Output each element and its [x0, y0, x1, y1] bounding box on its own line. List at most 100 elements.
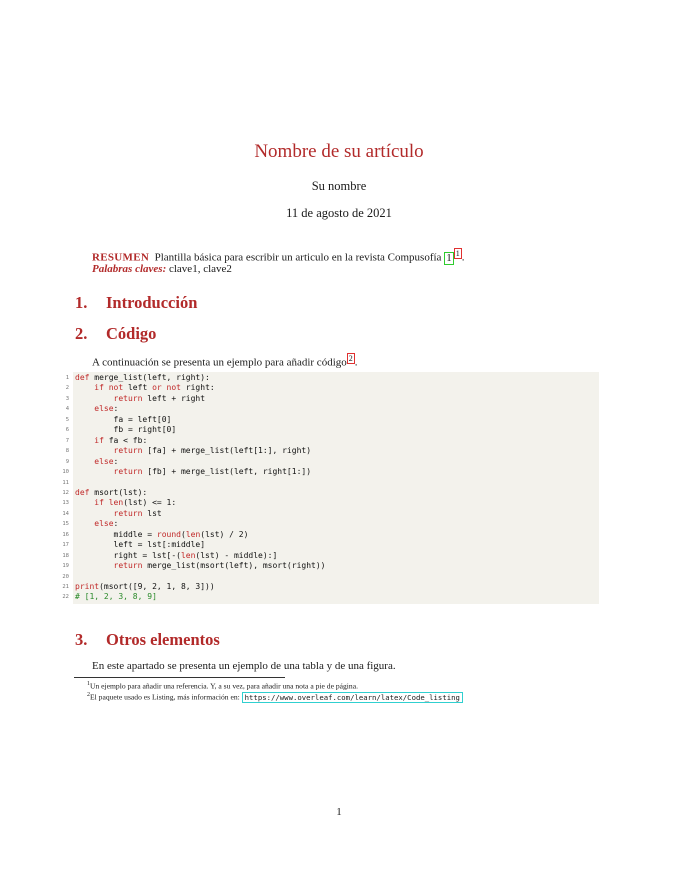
- section-number: 1.: [75, 293, 88, 312]
- section-title: Introducción: [106, 293, 198, 312]
- code-keyword: return: [113, 393, 143, 403]
- line-number: 2: [65, 385, 69, 392]
- code-builtin: len: [180, 550, 196, 560]
- code-keyword: return: [113, 446, 143, 456]
- code-text: fb = right[0]: [75, 425, 177, 435]
- abstract-end: .: [461, 251, 465, 264]
- section-number: 2.: [75, 324, 88, 343]
- code-comment: # [1, 2, 3, 8, 9]: [75, 592, 157, 602]
- paper-date: 11 de agosto de 2021: [286, 206, 392, 220]
- code-token: msort(lst):: [89, 487, 148, 497]
- code-intro-paragraph: A continuación se presenta un ejemplo pa…: [92, 353, 358, 369]
- code-keyword: if: [94, 498, 104, 508]
- code-text: def msort(lst):: [75, 488, 147, 498]
- line-number: 18: [62, 552, 69, 559]
- line-number: 17: [62, 542, 69, 549]
- page-number: 1: [336, 806, 342, 818]
- code-text: else:: [75, 457, 118, 467]
- code-token: left + right: [142, 393, 206, 403]
- code-token: fa = left[0]: [75, 414, 172, 424]
- code-token: :: [113, 519, 119, 529]
- code-keyword: else: [94, 456, 114, 466]
- code-token: merge_list(msort(left), msort(right)): [142, 561, 326, 571]
- code-keyword: if: [94, 435, 104, 445]
- line-number: 14: [62, 510, 69, 517]
- code-token: (lst) <= 1:: [123, 498, 177, 508]
- code-token: (lst) - middle):]: [195, 550, 278, 560]
- keywords: Palabras claves: clave1, clave2: [92, 262, 232, 276]
- code-text: if len(lst) <= 1:: [75, 498, 176, 508]
- code-keyword: return: [113, 467, 143, 477]
- keywords-text: clave1, clave2: [168, 263, 232, 275]
- line-number: 1: [65, 375, 69, 381]
- code-text: left = lst[:middle]: [75, 540, 206, 550]
- code-token: lst: [142, 508, 162, 518]
- code-text: def merge_list(left, right):: [75, 373, 210, 383]
- section-title: Código: [106, 324, 157, 343]
- code-listing: 1 def merge_list(left, right): 2 if not le…: [62, 372, 599, 604]
- section-number: 3.: [75, 630, 88, 649]
- code-text: if fa < fb:: [75, 436, 147, 446]
- code-token: left: [123, 383, 153, 393]
- code-builtin: print: [75, 582, 100, 591]
- code-token: right:: [180, 383, 215, 393]
- code-token: (lst) / 2): [200, 529, 249, 539]
- line-number: 9: [65, 458, 69, 465]
- code-text: return left + right: [75, 393, 206, 404]
- code-token: fb = right[0]: [75, 425, 177, 435]
- section-heading-1: 1. Introducción: [75, 293, 197, 313]
- listing-url-link[interactable]: https://www.overleaf.com/learn/latex/Cod…: [241, 691, 463, 703]
- code-token: [fb] + merge_list(left, right[1:]): [142, 467, 312, 477]
- section-title: Otros elementos: [106, 630, 220, 649]
- code-keyword: or not: [152, 383, 181, 393]
- code-token: middle =: [75, 529, 157, 539]
- code-token: fa < fb:: [103, 435, 148, 445]
- code-keyword: return: [113, 508, 143, 518]
- code-keyword: return: [113, 561, 143, 571]
- code-token: [fa] + merge_list(left[1:], right): [142, 446, 312, 456]
- section-heading-2: 2. Código: [75, 324, 156, 344]
- code-token: :: [113, 456, 119, 466]
- citation-link[interactable]: 1: [444, 251, 454, 265]
- line-number: 7: [65, 437, 69, 444]
- line-number: 20: [62, 573, 69, 580]
- line-number: 16: [62, 531, 69, 538]
- line-number: 22: [62, 594, 69, 601]
- code-token: merge_list(left, right):: [89, 373, 210, 382]
- code-keyword: if not: [94, 383, 124, 393]
- code-text: return lst: [75, 509, 162, 519]
- line-number: 19: [62, 563, 69, 570]
- code-text: middle = round(len(lst) / 2): [75, 529, 249, 540]
- line-number: 6: [65, 427, 69, 434]
- line-number: 11: [62, 479, 69, 486]
- section-3-paragraph: En este apartado se presenta un ejemplo …: [92, 660, 396, 672]
- code-text: else:: [75, 404, 118, 414]
- code-text: if not left or not right:: [75, 383, 215, 393]
- line-number: 5: [65, 416, 69, 423]
- code-builtin: round: [156, 529, 181, 539]
- line-number: 21: [62, 584, 69, 590]
- code-intro-text: A continuación se presenta un ejemplo pa…: [92, 356, 347, 369]
- footnote-rule: [74, 677, 285, 678]
- code-builtin: len: [108, 498, 124, 508]
- line-number: 13: [62, 500, 69, 507]
- footnote-link-1[interactable]: 1: [453, 248, 462, 259]
- footnote-2: 2El paquete usado es Listing, más inform…: [87, 690, 463, 703]
- footnote-link-2[interactable]: 2: [346, 353, 355, 364]
- footnote-text: El paquete usado es Listing, más informa…: [90, 692, 242, 702]
- code-text: right = lst[-(len(lst) - middle):]: [75, 550, 278, 561]
- code-text: else:: [75, 519, 118, 529]
- code-text: print(msort([9, 2, 1, 8, 3])): [75, 582, 215, 592]
- paper-title: Nombre de su artículo: [254, 141, 424, 162]
- line-number: 8: [65, 448, 69, 455]
- line-number: 12: [62, 489, 69, 496]
- line-number: 3: [65, 395, 69, 402]
